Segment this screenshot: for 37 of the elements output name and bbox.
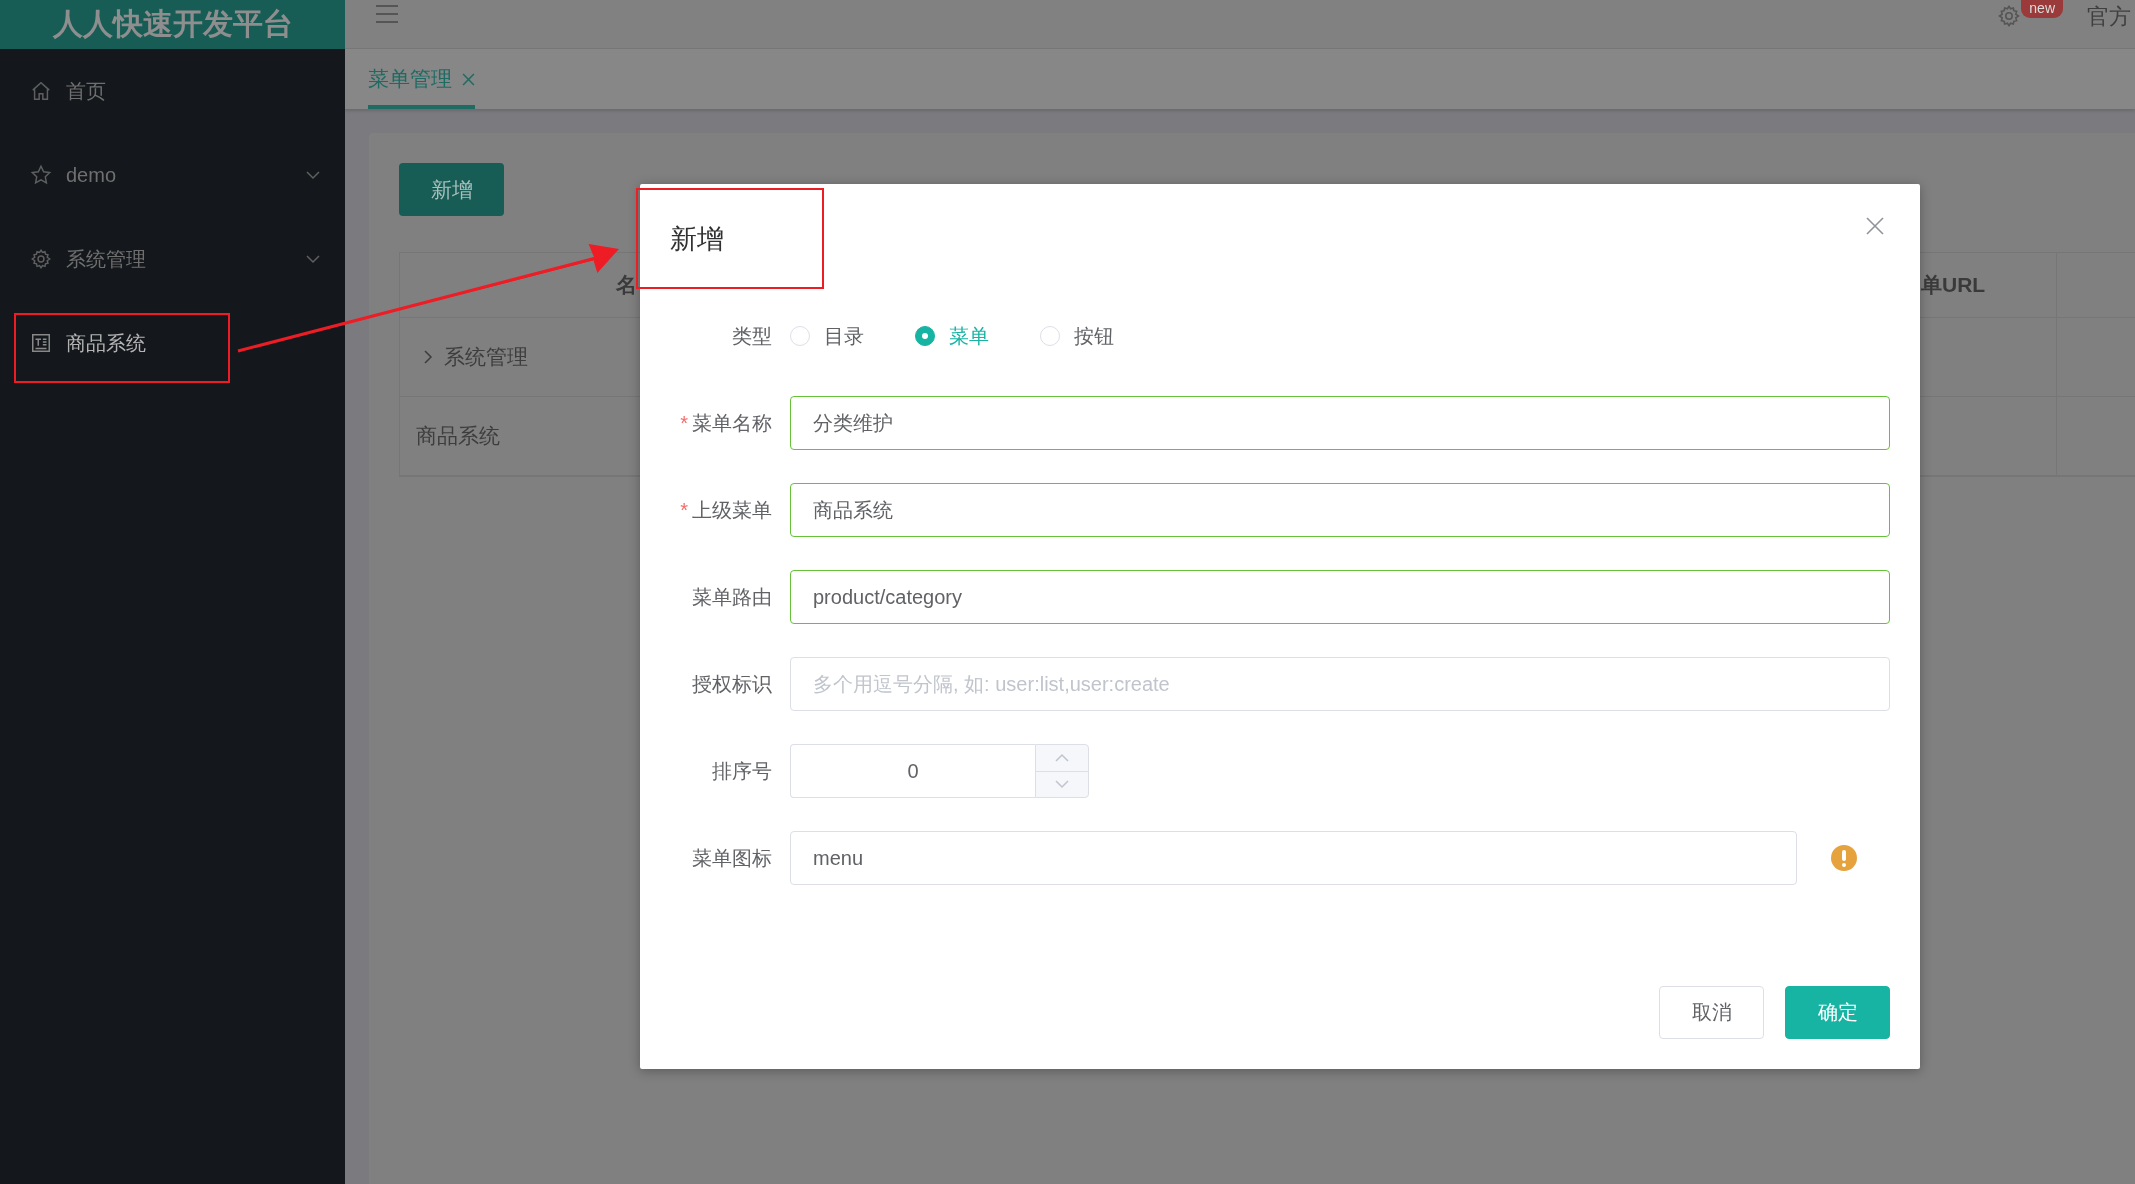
number-field[interactable]: 0 [790, 744, 1035, 798]
field-label: 菜单路由 [691, 584, 772, 610]
dialog-title: 新增 [670, 222, 724, 256]
field-label: 类型 [731, 323, 772, 349]
field-label: * 上级菜单 [679, 497, 772, 523]
field-label: 排序号 [711, 758, 772, 784]
close-icon [1866, 216, 1884, 235]
text-field[interactable]: 分类维护 [790, 396, 1890, 450]
settings-icon [1997, 4, 2022, 28]
text-field[interactable]: product/category [790, 570, 1890, 624]
logo-text: 人人快速开发平台 [52, 6, 293, 42]
radio-option[interactable]: 目录 [790, 322, 864, 350]
table-cell-text: 系统管理 [444, 344, 528, 370]
field-label: 授权标识 [691, 671, 772, 697]
cancel-button[interactable]: 取消 [1659, 986, 1764, 1039]
settings-icon [30, 248, 52, 270]
close-icon[interactable] [462, 72, 475, 86]
column-header: 名 [616, 272, 637, 298]
sidebar-item[interactable]: demo [0, 133, 345, 217]
icon-field[interactable]: menu [790, 831, 1797, 885]
text-field[interactable]: 多个用逗号分隔, 如: user:list,user:create [790, 657, 1890, 711]
sidebar-item[interactable]: 商品系统 [0, 301, 345, 385]
document-icon [30, 332, 52, 354]
sidebar-item[interactable]: 首页 [0, 49, 345, 133]
field-label: 菜单图标 [691, 845, 772, 871]
new-badge: new [2021, 0, 2063, 18]
radio-option[interactable]: 按钮 [1040, 322, 1114, 350]
radio-icon[interactable] [915, 326, 935, 346]
table-cell-text: 商品系统 [416, 423, 500, 449]
star-icon [30, 164, 52, 186]
field-label: * 菜单名称 [679, 410, 772, 436]
column-header: 单URL [1921, 272, 1986, 298]
sidebar-item[interactable]: 系统管理 [0, 217, 345, 301]
text-field[interactable]: 商品系统 [790, 483, 1890, 537]
menu-icon[interactable] [375, 4, 399, 24]
home-icon [30, 80, 52, 102]
add-button[interactable]: 新增 [399, 163, 504, 216]
